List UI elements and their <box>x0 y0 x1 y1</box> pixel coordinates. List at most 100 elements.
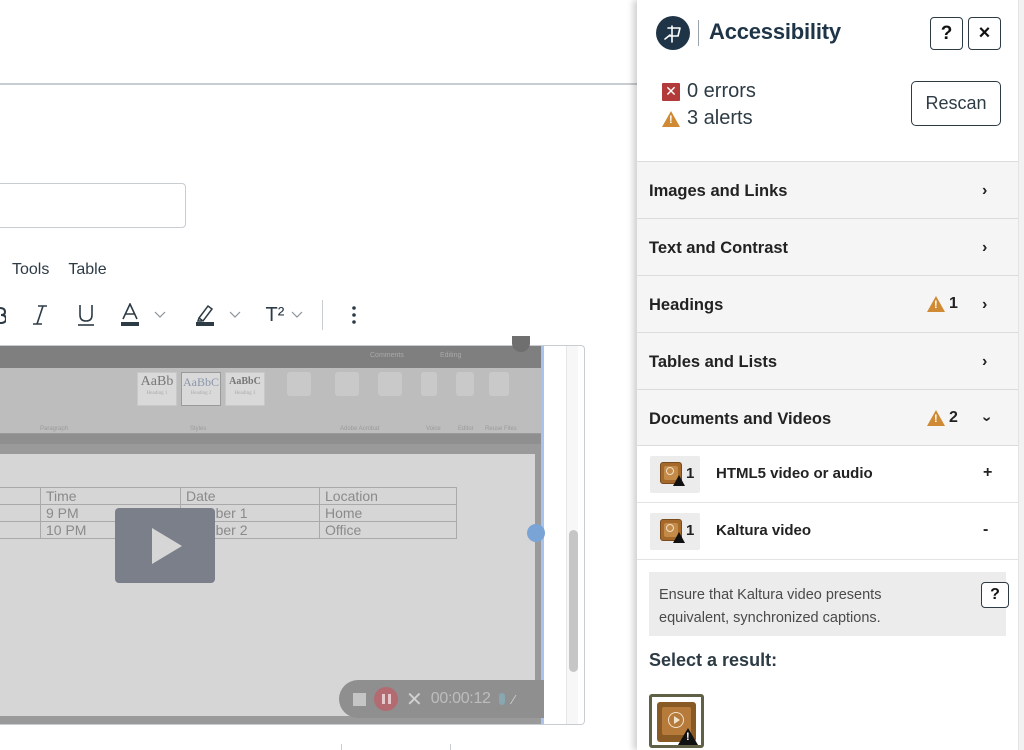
category-documents-and-videos[interactable]: Documents and Videos 2 › <box>637 389 1018 446</box>
play-icon <box>152 528 182 564</box>
category-label: Images and Links <box>649 182 788 200</box>
errors-summary: ✕ 0 errors <box>662 80 756 103</box>
ribbon-editor-icon <box>456 372 474 396</box>
help-button[interactable]: ? <box>930 17 963 50</box>
editor-menubar: Tools Table <box>12 261 107 279</box>
video-ribbon: AaBb Heading 1 AaBbC Heading 2 AaBbC Hea… <box>0 368 544 434</box>
underline-button[interactable] <box>74 298 98 332</box>
category-tables-and-lists[interactable]: Tables and Lists › <box>637 332 1018 389</box>
subitem-label: HTML5 video or audio <box>716 465 873 482</box>
description-help-button[interactable]: ? <box>981 582 1009 608</box>
chevron-right-icon: › <box>982 239 988 256</box>
alert-count: 1 <box>949 295 958 312</box>
header-divider <box>0 83 637 85</box>
warning-icon <box>662 110 680 127</box>
pen-icon[interactable]: ⁄ <box>513 692 515 707</box>
ribbon-style-heading3: AaBbC Heading 3 <box>225 372 265 406</box>
text-color-icon <box>121 303 139 326</box>
category-label: Tables and Lists <box>649 353 778 371</box>
ribbon-group-reuse: Reuse Files <box>485 426 517 432</box>
highlight-dropdown[interactable] <box>226 298 244 332</box>
warning-icon <box>678 728 698 745</box>
title-input[interactable] <box>0 183 186 228</box>
table-row: Time Date Location <box>0 487 457 505</box>
close-button[interactable]: × <box>968 17 1001 50</box>
chevron-down-icon <box>154 311 166 318</box>
ribbon-tab-comments: Comments <box>370 352 404 359</box>
video-doc-table: Time Date Location 9 PM October 1 Home 1… <box>0 487 457 539</box>
result-tile[interactable] <box>649 694 704 748</box>
warning-icon <box>927 410 945 426</box>
select-result-label: Select a result: <box>649 650 778 670</box>
ribbon-group-paragraph: Paragraph <box>40 426 69 432</box>
category-headings[interactable]: Headings 1 › <box>637 275 1018 332</box>
category-label: Text and Contrast <box>649 239 789 257</box>
ribbon-group-acrobat: Adobe Acrobat <box>340 426 380 432</box>
accessibility-panel: Accessibility ? × ✕ 0 errors 3 alerts Re… <box>637 0 1018 750</box>
ribbon-group-styles: Styles <box>190 426 207 432</box>
app-root: Tools Table T² Comments Editing AaBb Hea… <box>0 0 1024 750</box>
alert-count: 2 <box>949 409 958 426</box>
italic-button[interactable] <box>28 298 52 332</box>
errors-count: 0 errors <box>687 80 756 102</box>
panel-title: Accessibility <box>709 19 841 44</box>
cancel-recording-icon[interactable]: ✕ <box>406 687 423 712</box>
expand-icon[interactable]: + <box>983 464 992 482</box>
highlight-button[interactable] <box>193 298 217 332</box>
table-row: 9 PM October 1 Home <box>0 504 457 522</box>
ribbon-dictate-icon <box>421 372 437 396</box>
more-vertical-icon <box>352 306 356 324</box>
alerts-count: 3 alerts <box>687 107 753 129</box>
pause-recording-button[interactable] <box>374 687 398 711</box>
chevron-down-icon <box>291 311 303 318</box>
editor-toolbar: T² <box>0 298 600 332</box>
frame-scrollbar-thumb[interactable] <box>569 530 578 672</box>
microphone-icon[interactable] <box>498 693 505 705</box>
ribbon-editing-icon <box>287 372 311 396</box>
superscript-button[interactable]: T² <box>261 298 289 332</box>
chevron-right-icon: › <box>982 182 988 199</box>
category-images-and-links[interactable]: Images and Links › <box>637 161 1018 218</box>
ribbon-style-heading2: AaBbC Heading 2 <box>181 372 221 406</box>
rescan-button[interactable]: Rescan <box>911 81 1001 126</box>
content-editor: Tools Table T² Comments Editing AaBb Hea… <box>0 0 637 750</box>
subitem-count: 1 <box>686 465 695 482</box>
header-divider <box>698 20 699 46</box>
stop-recording-button[interactable] <box>353 692 366 706</box>
underline-icon <box>78 305 94 326</box>
ribbon-group-editor: Editor <box>458 426 474 432</box>
menu-table[interactable]: Table <box>68 261 106 279</box>
error-icon: ✕ <box>662 82 680 101</box>
video-ruler <box>0 434 544 444</box>
recording-timer: 00:00:12 <box>430 690 491 707</box>
category-label: Documents and Videos <box>649 410 832 428</box>
chevron-down-icon <box>229 311 241 318</box>
chevron-right-icon: › <box>982 296 988 313</box>
ribbon-group-voice: Voice <box>426 426 441 432</box>
issue-description: Ensure that Kaltura video presents equiv… <box>649 572 1009 636</box>
subitem-kaltura-video[interactable]: 1 Kaltura video - <box>637 503 1018 560</box>
panel-scrollbar[interactable] <box>1018 0 1024 750</box>
menu-tools[interactable]: Tools <box>12 261 49 279</box>
collapse-icon[interactable]: - <box>983 521 988 539</box>
superscript-dropdown[interactable] <box>288 298 306 332</box>
accessibility-logo-icon <box>656 16 690 50</box>
video-play-button[interactable] <box>115 508 215 583</box>
ribbon-reuse-icon <box>489 372 509 396</box>
ribbon-signature-icon <box>378 372 402 396</box>
ribbon-pdf-icon <box>335 372 359 396</box>
category-label: Headings <box>649 296 724 314</box>
category-list: Images and Links › Text and Contrast › H… <box>637 161 1018 560</box>
play-circle-icon <box>668 712 684 728</box>
category-text-and-contrast[interactable]: Text and Contrast › <box>637 218 1018 275</box>
subitem-count: 1 <box>686 522 695 539</box>
text-color-button[interactable] <box>118 298 142 332</box>
subitem-html5-video[interactable]: 1 HTML5 video or audio + <box>637 446 1018 503</box>
recording-controls: ✕ 00:00:12 ⁄ <box>339 680 544 718</box>
bold-button[interactable] <box>0 298 8 332</box>
status-bar-divider <box>341 744 342 750</box>
more-options-button[interactable] <box>344 298 364 332</box>
dropbox-icon[interactable] <box>527 524 545 542</box>
text-color-dropdown[interactable] <box>151 298 169 332</box>
table-row: 10 PM October 2 Office <box>0 521 457 539</box>
